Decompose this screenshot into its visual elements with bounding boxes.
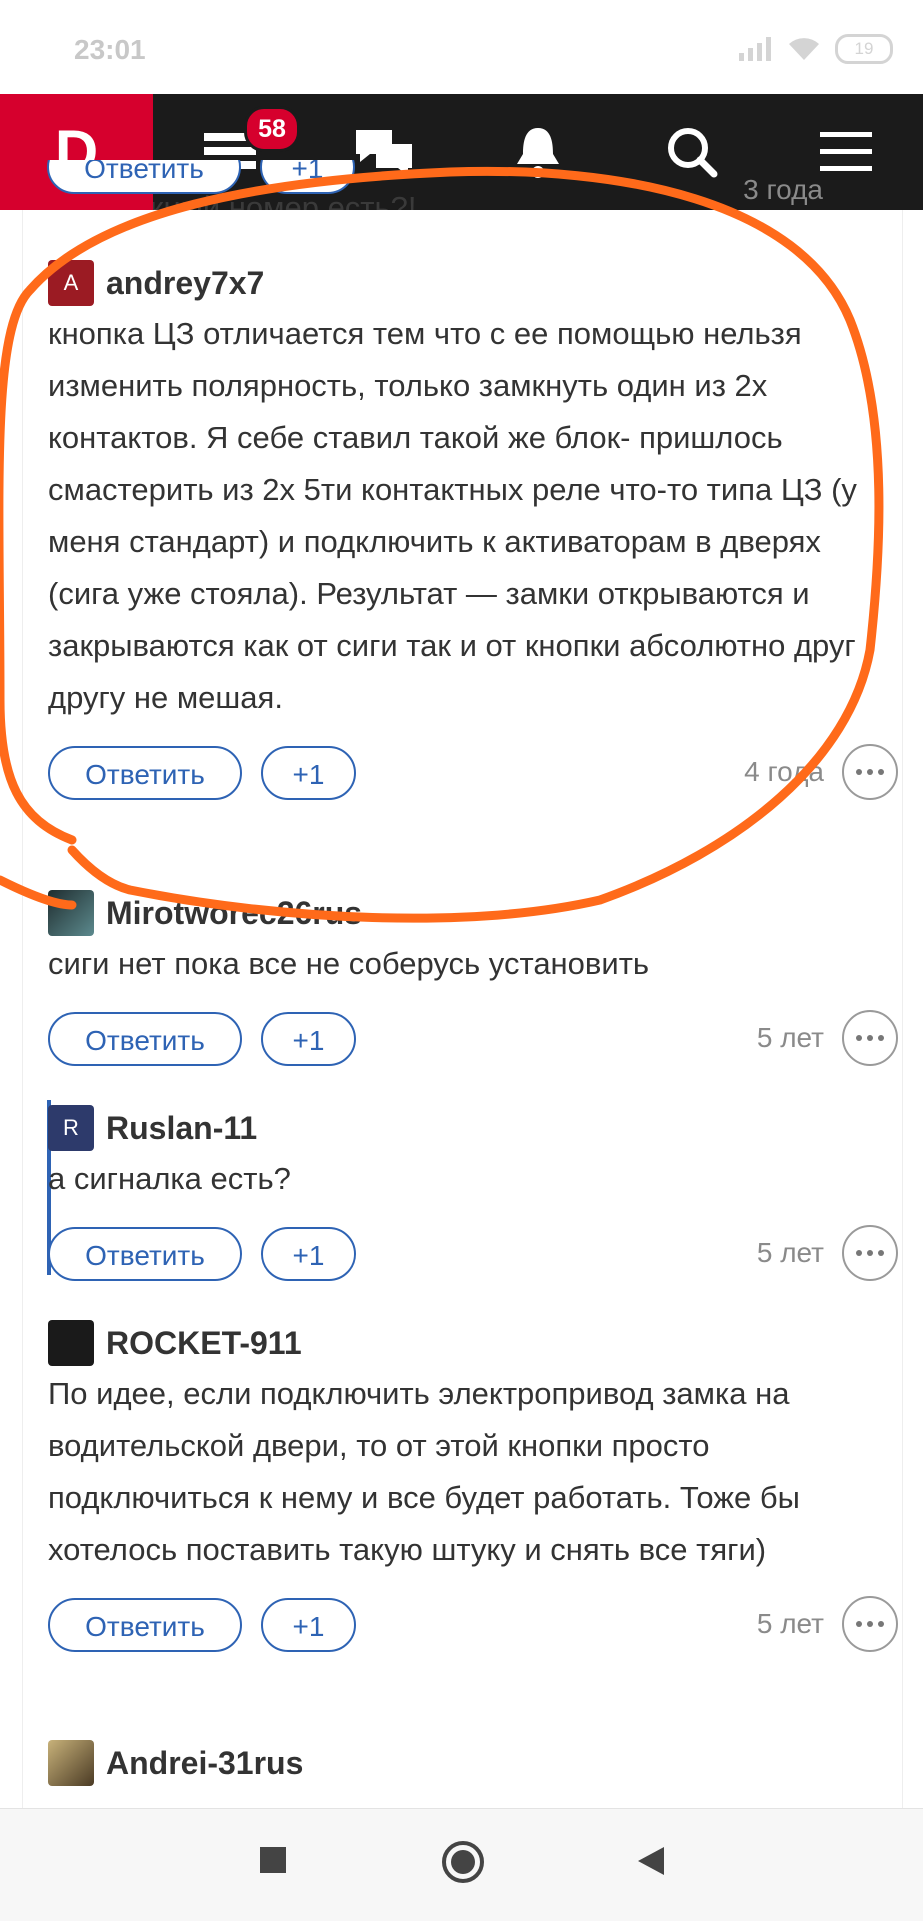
comment-actions: Ответить +1 4 года	[48, 744, 898, 804]
comment-item: Mirotworec26rus сиги нет пока все не соб…	[48, 890, 898, 1070]
comment-item: Andrei-31rus	[48, 1740, 898, 1786]
avatar[interactable]	[48, 1320, 94, 1366]
plus-one-button[interactable]: +1	[260, 160, 355, 194]
author-name[interactable]: Ruslan-11	[106, 1110, 257, 1147]
comment-actions: Ответить +1 5 лет	[48, 1596, 898, 1656]
back-icon[interactable]	[636, 1845, 666, 1882]
home-icon[interactable]	[440, 1839, 486, 1890]
more-options-icon[interactable]	[842, 1596, 898, 1652]
comment-text: кнопка ЦЗ отличается тем что с ее помощь…	[48, 316, 857, 715]
comment-age: 5 лет	[756, 1237, 824, 1268]
plus-one-button[interactable]: +1	[261, 1598, 356, 1652]
comment-author[interactable]: Mirotworec26rus	[48, 890, 898, 936]
comment-item: R Ruslan-11 а сигналка есть? Ответить +1…	[48, 1105, 898, 1285]
comments-list: A andrey7x7 кнопка ЦЗ отличается тем что…	[22, 210, 903, 1810]
comment-text: По идее, если подключить электропривод з…	[48, 1376, 800, 1567]
system-icons: 19	[739, 34, 893, 64]
plus-one-button[interactable]: +1	[261, 746, 356, 800]
comment-age: 4 года	[744, 756, 824, 787]
comment-author[interactable]: ROCKET-911	[48, 1320, 898, 1366]
reply-button[interactable]: Ответить	[48, 1227, 242, 1281]
reply-button[interactable]: Ответить	[47, 160, 241, 194]
comment-actions: Ответить +1 5 лет	[48, 1010, 898, 1070]
plus-one-button[interactable]: +1	[261, 1227, 356, 1281]
comment-item: A andrey7x7 кнопка ЦЗ отличается тем что…	[48, 260, 898, 804]
avatar[interactable]: R	[48, 1105, 94, 1151]
signal-icon	[739, 37, 771, 61]
avatar[interactable]	[48, 1740, 94, 1786]
notification-badge: 58	[244, 106, 300, 152]
avatar[interactable]: A	[48, 260, 94, 306]
comment-age: 5 лет	[756, 1022, 824, 1053]
comment-age: 3 года	[743, 174, 823, 205]
status-time: 23:01	[74, 34, 146, 65]
reply-button[interactable]: Ответить	[48, 746, 242, 800]
author-name[interactable]: Mirotworec26rus	[106, 895, 362, 932]
comment-author[interactable]: A andrey7x7	[48, 260, 898, 306]
author-name[interactable]: andrey7x7	[106, 265, 264, 302]
reply-button[interactable]: Ответить	[48, 1012, 242, 1066]
comment-actions: Ответить +1 5 лет	[48, 1225, 898, 1285]
wifi-icon	[789, 38, 819, 60]
comment-item: ROCKET-911 По идее, если подключить элек…	[48, 1320, 898, 1656]
comment-author[interactable]: R Ruslan-11	[48, 1105, 898, 1151]
battery-icon: 19	[835, 34, 893, 64]
system-nav-bar	[0, 1808, 923, 1921]
more-options-icon[interactable]	[842, 744, 898, 800]
comment-text: а сигналка есть?	[48, 1161, 291, 1196]
more-options-icon[interactable]	[842, 1225, 898, 1281]
status-bar: 23:01 19	[0, 0, 923, 94]
more-options-icon[interactable]	[842, 1010, 898, 1066]
author-name[interactable]: ROCKET-911	[106, 1325, 302, 1362]
comment-author[interactable]: Andrei-31rus	[48, 1740, 898, 1786]
avatar[interactable]	[48, 890, 94, 936]
plus-one-button[interactable]: +1	[261, 1012, 356, 1066]
author-name[interactable]: Andrei-31rus	[106, 1745, 303, 1782]
recent-apps-icon[interactable]	[258, 1845, 288, 1880]
reply-button[interactable]: Ответить	[48, 1598, 242, 1652]
comment-age: 5 лет	[756, 1608, 824, 1639]
comment-text: сиги нет пока все не соберусь установить	[48, 946, 650, 981]
